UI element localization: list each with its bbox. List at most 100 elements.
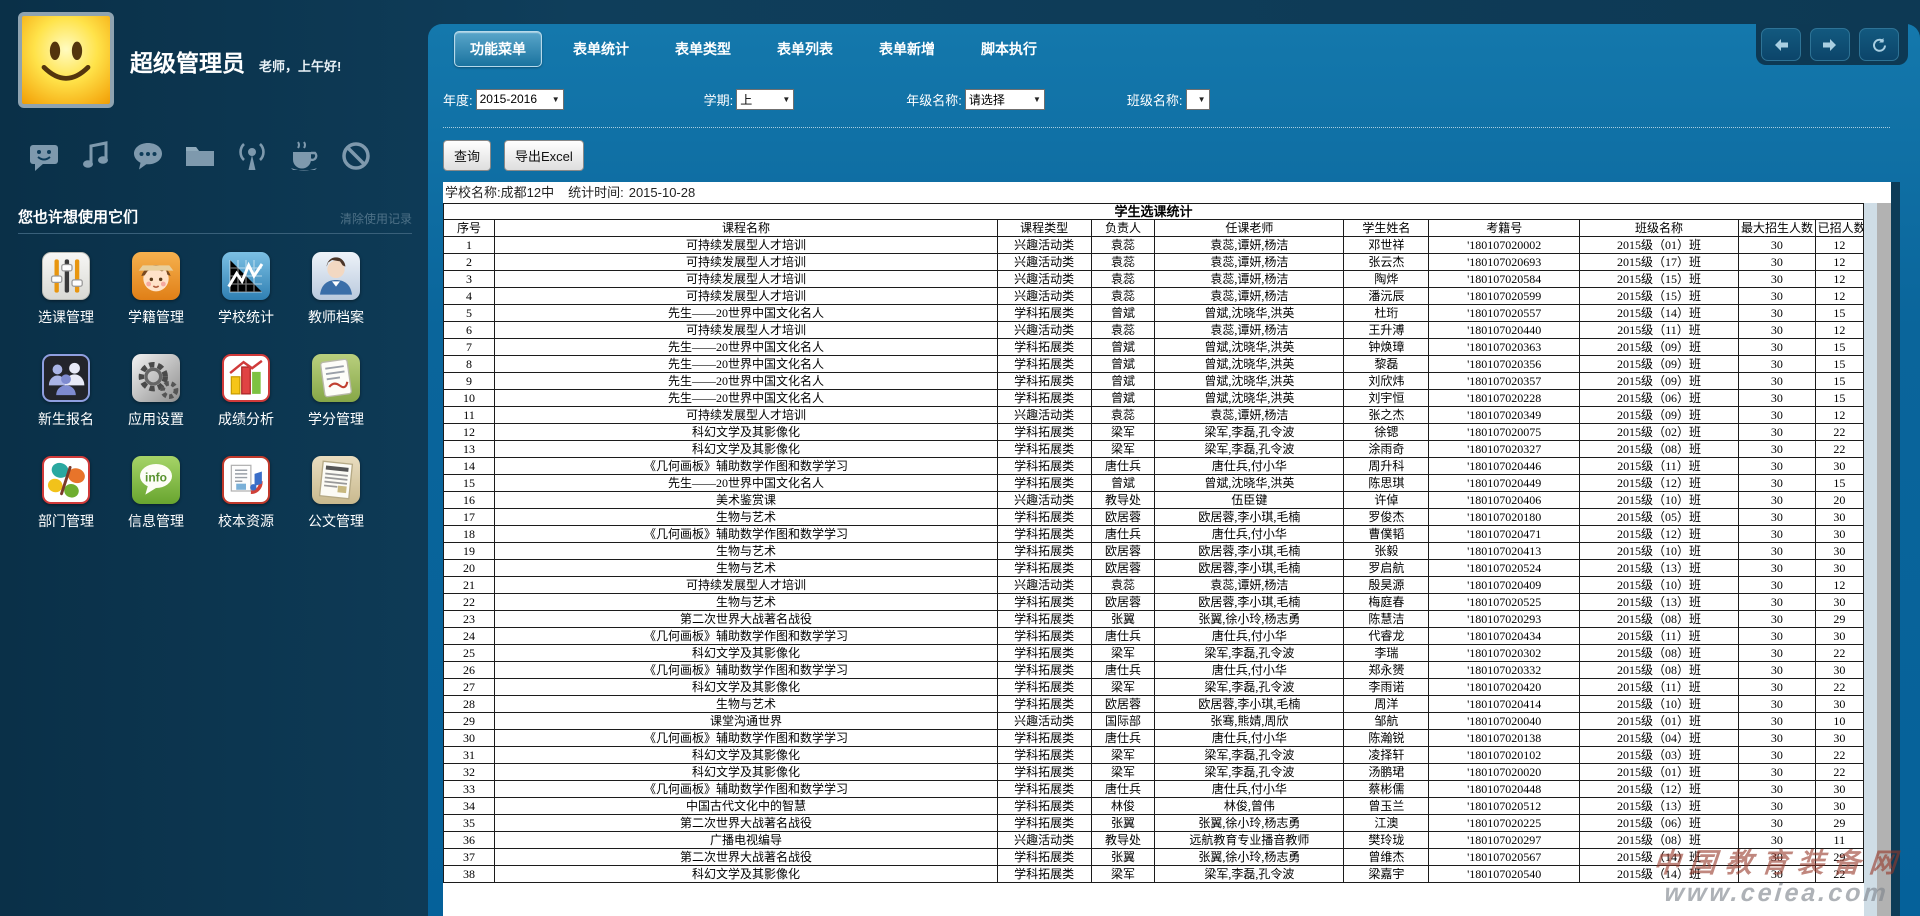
coffee-icon[interactable] bbox=[286, 138, 322, 174]
table-cell: 曾玉兰 bbox=[1344, 798, 1429, 815]
sms-icon[interactable] bbox=[26, 138, 62, 174]
table-cell: 张翼,徐小玲,杨志勇 bbox=[1155, 815, 1344, 832]
divider bbox=[443, 127, 1890, 128]
year-select[interactable]: 2015-2016▼ bbox=[476, 89, 564, 110]
app-butterfly[interactable]: 部门管理 bbox=[21, 456, 111, 558]
table-cell: 30 bbox=[1739, 764, 1816, 781]
table-cell: 曾斌 bbox=[1091, 373, 1155, 390]
table-cell: '180107020297 bbox=[1429, 832, 1580, 849]
table-cell: 梁军 bbox=[1091, 866, 1155, 883]
table-cell: 学科拓展类 bbox=[997, 815, 1091, 832]
year-label: 年度: bbox=[443, 90, 473, 109]
table-cell: 兴趣活动类 bbox=[997, 237, 1091, 254]
grade-select[interactable]: 请选择▼ bbox=[965, 89, 1045, 110]
nav-notch bbox=[1756, 24, 1908, 65]
block-icon[interactable] bbox=[338, 138, 374, 174]
column-header: 课程类型 bbox=[997, 220, 1091, 237]
app-bar-chart[interactable]: 成绩分析 bbox=[201, 354, 291, 456]
table-cell: 22 bbox=[1815, 424, 1863, 441]
table-cell: 22 bbox=[1815, 645, 1863, 662]
table-row: 12科幻文学及其影像化学科拓展类梁军梁军,李磊,孔令波徐锶'1801070200… bbox=[444, 424, 1864, 441]
music-icon[interactable] bbox=[78, 138, 114, 174]
app-label: 教师档案 bbox=[308, 307, 364, 327]
export-excel-button[interactable]: 导出Excel bbox=[504, 140, 584, 171]
arrow-right-button[interactable] bbox=[1810, 28, 1850, 61]
table-cell: 梁军,李磊,孔令波 bbox=[1155, 764, 1344, 781]
app-credit-doc[interactable]: 学分管理 bbox=[291, 354, 381, 456]
folder-icon[interactable] bbox=[182, 138, 218, 174]
table-cell: 30 bbox=[1739, 662, 1816, 679]
podcast-icon[interactable] bbox=[234, 138, 270, 174]
table-cell: 凌择轩 bbox=[1344, 747, 1429, 764]
table-cell: 2015级（13）班 bbox=[1579, 798, 1738, 815]
filter-year: 年度:2015-2016▼ bbox=[443, 89, 564, 110]
app-teacher[interactable]: 教师档案 bbox=[291, 252, 381, 354]
tab-form-add[interactable]: 表单新增 bbox=[864, 32, 950, 66]
table-cell: 梁军,李磊,孔令波 bbox=[1155, 866, 1344, 883]
student-girl-icon bbox=[132, 252, 180, 300]
filter-bar: 年度:2015-2016▼学期:上▼年级名称:请选择▼班级名称:▼ bbox=[443, 86, 1890, 112]
clear-history-link[interactable]: 清除使用记录 bbox=[340, 210, 412, 227]
table-cell: 30 bbox=[1815, 662, 1863, 679]
table-cell: 涂雨奇 bbox=[1344, 441, 1429, 458]
class-select[interactable]: ▼ bbox=[1186, 89, 1210, 110]
term-select[interactable]: 上▼ bbox=[736, 89, 794, 110]
app-info-bubble[interactable]: info信息管理 bbox=[111, 456, 201, 558]
table-row: 11可持续发展型人才培训兴趣活动类袁蕊袁蕊,谭妍,杨洁张之杰'180107020… bbox=[444, 407, 1864, 424]
table-row: 20生物与艺术学科拓展类欧居蓉欧居蓉,李小琪,毛楠罗启航'18010702052… bbox=[444, 560, 1864, 577]
tab-script-run[interactable]: 脚本执行 bbox=[966, 32, 1052, 66]
school-name: 成都12中 bbox=[501, 185, 554, 200]
table-cell: 第二次世界大战著名战役 bbox=[495, 611, 998, 628]
gears-icon bbox=[132, 354, 180, 402]
app-gears[interactable]: 应用设置 bbox=[111, 354, 201, 456]
table-cell: 教导处 bbox=[1091, 492, 1155, 509]
avatar[interactable] bbox=[18, 12, 114, 108]
table-cell: 2015级（10）班 bbox=[1579, 492, 1738, 509]
table-cell: 8 bbox=[444, 356, 495, 373]
app-resources[interactable]: 校本资源 bbox=[201, 456, 291, 558]
table-cell: 22 bbox=[1815, 764, 1863, 781]
app-student-girl[interactable]: 学籍管理 bbox=[111, 252, 201, 354]
table-cell: 樊玲珑 bbox=[1344, 832, 1429, 849]
app-line-chart[interactable]: 学校统计 bbox=[201, 252, 291, 354]
content-edge bbox=[1891, 182, 1900, 916]
table-cell: 曾斌,沈晓华,洪英 bbox=[1155, 339, 1344, 356]
table-cell: 张云杰 bbox=[1344, 254, 1429, 271]
table-cell: 2 bbox=[444, 254, 495, 271]
table-row: 31科幻文学及其影像化学科拓展类梁军梁军,李磊,孔令波凌择轩'180107020… bbox=[444, 747, 1864, 764]
table-cell: 学科拓展类 bbox=[997, 356, 1091, 373]
column-header: 学生姓名 bbox=[1344, 220, 1429, 237]
app-sliders[interactable]: 选课管理 bbox=[21, 252, 111, 354]
table-cell: 30 bbox=[1739, 628, 1816, 645]
table-cell: 兴趣活动类 bbox=[997, 577, 1091, 594]
table-cell: 学科拓展类 bbox=[997, 594, 1091, 611]
app-newspaper[interactable]: 公文管理 bbox=[291, 456, 381, 558]
chat-icon[interactable] bbox=[130, 138, 166, 174]
tab-form-list[interactable]: 表单列表 bbox=[762, 32, 848, 66]
table-cell: 梅庭春 bbox=[1344, 594, 1429, 611]
column-header: 任课老师 bbox=[1155, 220, 1344, 237]
table-cell: 21 bbox=[444, 577, 495, 594]
table-cell: 兴趣活动类 bbox=[997, 322, 1091, 339]
tab-menu[interactable]: 功能菜单 bbox=[454, 31, 542, 67]
suggest-header: 您也许想使用它们 清除使用记录 bbox=[18, 206, 412, 227]
tab-form-stats[interactable]: 表单统计 bbox=[558, 32, 644, 66]
arrow-left-button[interactable] bbox=[1761, 28, 1801, 61]
query-button[interactable]: 查询 bbox=[443, 140, 491, 171]
app-people[interactable]: 新生报名 bbox=[21, 354, 111, 456]
table-cell: 32 bbox=[444, 764, 495, 781]
table-cell: 唐仕兵,付小华 bbox=[1155, 781, 1344, 798]
table-cell: 曾斌,沈晓华,洪英 bbox=[1155, 390, 1344, 407]
refresh-button[interactable] bbox=[1859, 28, 1899, 61]
tab-form-type[interactable]: 表单类型 bbox=[660, 32, 746, 66]
table-cell: 2015级（10）班 bbox=[1579, 577, 1738, 594]
table-cell: 30 bbox=[1739, 849, 1816, 866]
scrollbar-thumb[interactable] bbox=[1877, 203, 1891, 916]
table-cell: 34 bbox=[444, 798, 495, 815]
table-row: 6可持续发展型人才培训兴趣活动类袁蕊袁蕊,谭妍,杨洁王升溥'1801070204… bbox=[444, 322, 1864, 339]
scrollbar-track[interactable] bbox=[1864, 203, 1877, 916]
table-cell: 张之杰 bbox=[1344, 407, 1429, 424]
table-cell: 梁军 bbox=[1091, 764, 1155, 781]
table-cell: 黎磊 bbox=[1344, 356, 1429, 373]
table-cell: 兴趣活动类 bbox=[997, 271, 1091, 288]
